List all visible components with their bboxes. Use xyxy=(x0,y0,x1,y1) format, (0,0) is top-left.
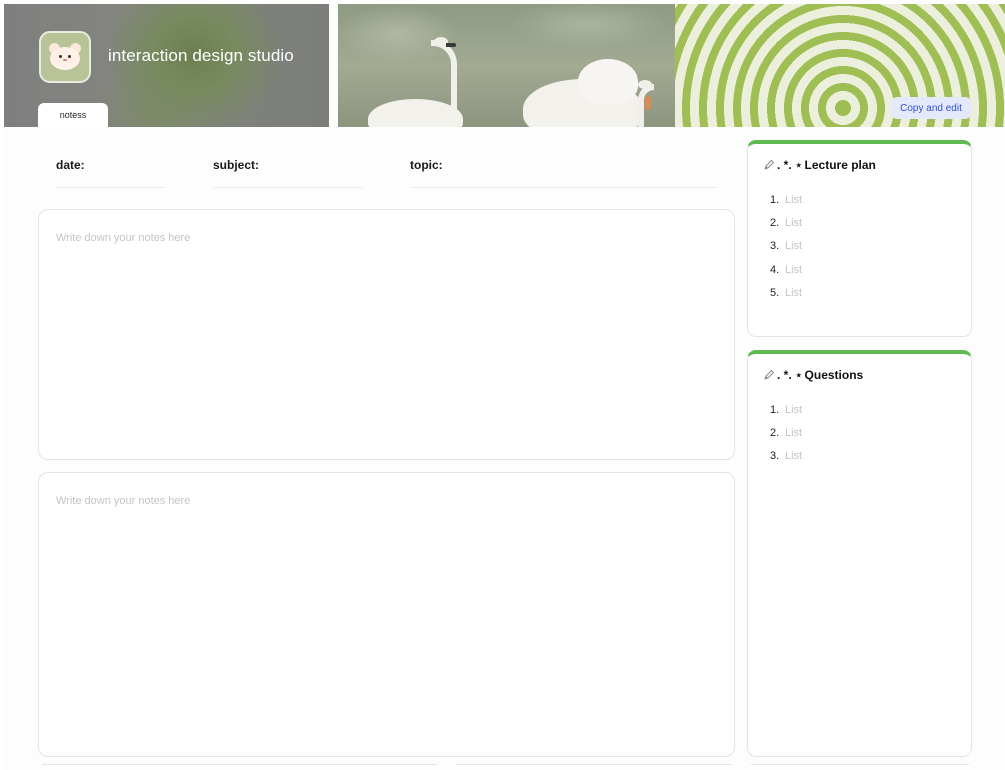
bear-logo xyxy=(39,31,91,83)
questions-prefix: . *. ⋆ xyxy=(777,368,803,382)
tab-notess[interactable]: notess xyxy=(38,103,108,127)
list-number: 3. xyxy=(770,450,780,463)
topic-field[interactable]: topic: xyxy=(410,152,717,188)
list-item[interactable]: 3. List xyxy=(770,235,802,258)
date-field[interactable]: date: xyxy=(56,152,166,188)
list-item[interactable]: 2. List xyxy=(770,211,802,234)
list-item[interactable]: 3. List xyxy=(770,445,802,468)
list-text[interactable]: List xyxy=(785,194,802,206)
header-banner: interaction design studio notess xyxy=(4,4,1005,127)
notes-box-1 xyxy=(38,209,735,460)
banner-image-swans xyxy=(338,4,675,127)
subject-label: subject: xyxy=(213,158,260,172)
list-number: 2. xyxy=(770,217,780,230)
list-number: 5. xyxy=(770,287,780,300)
questions-card: . *. ⋆ Questions 1. List 2. List 3. List xyxy=(747,350,972,757)
topic-label: topic: xyxy=(410,158,443,172)
list-text[interactable]: List xyxy=(785,450,802,462)
pencil-icon xyxy=(763,159,775,171)
list-text[interactable]: List xyxy=(785,264,802,276)
lecture-plan-heading: Lecture plan xyxy=(804,158,876,172)
list-number: 3. xyxy=(770,240,780,253)
notes-box-2 xyxy=(38,472,735,757)
next-section-box xyxy=(751,764,969,770)
list-text[interactable]: List xyxy=(785,287,802,299)
lecture-plan-card: . *. ⋆ Lecture plan 1. List 2. List 3. List… xyxy=(747,140,972,337)
list-item[interactable]: 2. List xyxy=(770,421,802,444)
list-text[interactable]: List xyxy=(785,217,802,229)
list-text[interactable]: List xyxy=(785,427,802,439)
list-number: 1. xyxy=(770,403,780,416)
page: interaction design studio notess Copy an… xyxy=(4,0,1005,770)
list-item[interactable]: 5. List xyxy=(770,282,802,305)
notes-input-2[interactable] xyxy=(39,473,734,756)
pencil-icon xyxy=(763,369,775,381)
list-item[interactable]: 4. List xyxy=(770,258,802,281)
questions-title: . *. ⋆ Questions xyxy=(763,368,863,382)
next-section-box xyxy=(456,764,731,770)
copy-and-edit-button[interactable]: Copy and edit xyxy=(891,97,971,119)
list-text[interactable]: List xyxy=(785,240,802,252)
list-number: 1. xyxy=(770,193,780,206)
site-title: interaction design studio xyxy=(108,46,294,65)
list-item[interactable]: 1. List xyxy=(770,398,802,421)
next-section-box xyxy=(42,764,437,770)
questions-heading: Questions xyxy=(804,368,864,382)
notes-input-1[interactable] xyxy=(39,210,734,459)
list-text[interactable]: List xyxy=(785,404,802,416)
subject-field[interactable]: subject: xyxy=(213,152,363,188)
lecture-plan-title: . *. ⋆ Lecture plan xyxy=(763,158,876,172)
lecture-plan-prefix: . *. ⋆ xyxy=(777,158,803,172)
questions-list: 1. List 2. List 3. List xyxy=(770,398,802,468)
list-number: 2. xyxy=(770,427,780,440)
bear-icon xyxy=(48,43,82,71)
date-label: date: xyxy=(56,158,85,172)
list-number: 4. xyxy=(770,263,780,276)
banner-image-green-blur: interaction design studio notess xyxy=(4,4,329,127)
lecture-plan-list: 1. List 2. List 3. List 4. List 5. List xyxy=(770,188,802,305)
list-item[interactable]: 1. List xyxy=(770,188,802,211)
